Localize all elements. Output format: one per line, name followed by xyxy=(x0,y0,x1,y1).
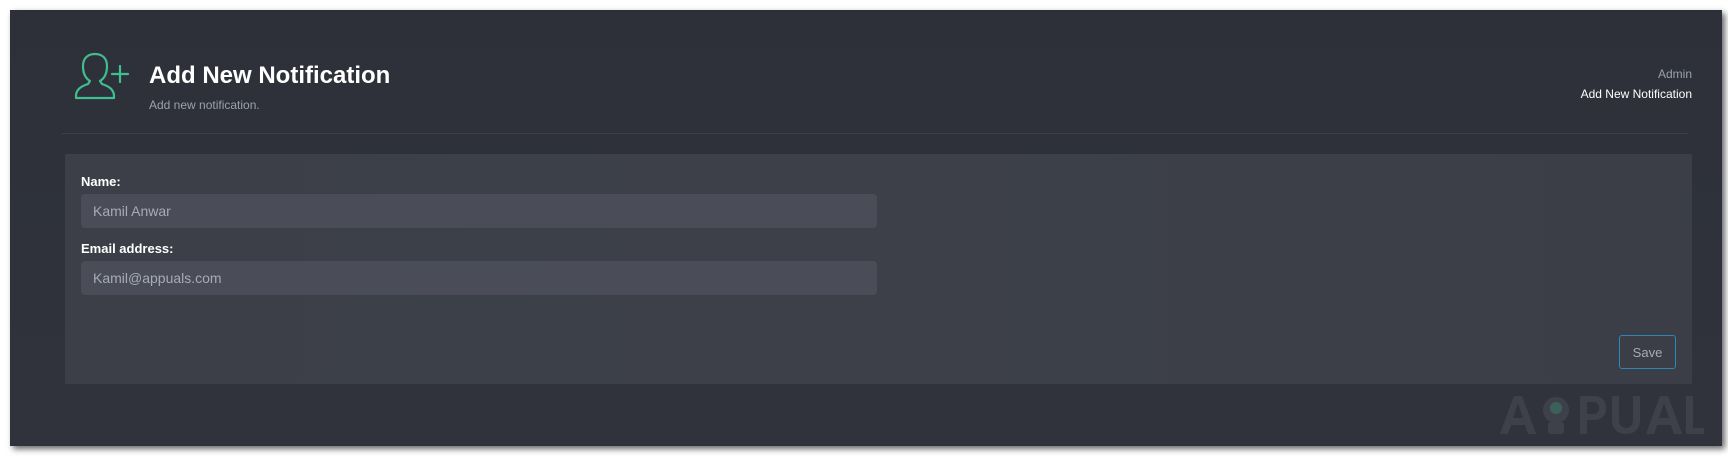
name-input[interactable] xyxy=(81,194,877,228)
notification-form-card: Name: Email address: Save xyxy=(65,154,1692,384)
email-label: Email address: xyxy=(81,241,174,256)
breadcrumb: Admin Add New Notification xyxy=(1581,67,1692,101)
page-subtitle: Add new notification. xyxy=(149,98,260,112)
watermark-logo xyxy=(1500,396,1704,434)
name-label: Name: xyxy=(81,174,121,189)
add-user-icon xyxy=(74,52,130,100)
save-button[interactable]: Save xyxy=(1619,335,1676,369)
page-title: Add New Notification xyxy=(149,62,391,89)
email-input[interactable] xyxy=(81,261,877,295)
breadcrumb-item-current: Add New Notification xyxy=(1580,87,1692,101)
page-header: Add New Notification Add new notificatio… xyxy=(10,10,1722,124)
header-divider xyxy=(62,133,1688,134)
breadcrumb-item-admin[interactable]: Admin xyxy=(1581,67,1692,81)
app-window: Add New Notification Add new notificatio… xyxy=(10,10,1722,446)
